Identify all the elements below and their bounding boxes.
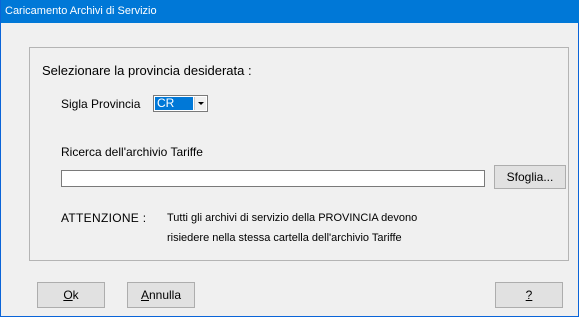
ok-mnemonic: O [63,288,73,302]
ok-label-rest: k [72,288,79,302]
provincia-select[interactable]: CR [153,95,208,112]
window-title: Caricamento Archivi di Servizio [5,5,157,17]
title-bar[interactable]: Caricamento Archivi di Servizio [1,0,579,23]
help-label: ? [525,288,533,302]
annulla-mnemonic: A [140,288,149,302]
provincia-selected-value: CR [155,97,193,110]
archivio-tariffe-label: Ricerca dell'archivio Tariffe [61,145,203,159]
ok-button[interactable]: Ok [37,282,105,308]
attenzione-label: ATTENZIONE : [61,211,147,225]
sfoglia-button[interactable]: Sfoglia... [494,165,566,189]
dialog-window: Caricamento Archivi di Servizio Selezion… [0,0,579,317]
help-button[interactable]: ? [495,282,563,308]
annulla-button[interactable]: Annulla [127,282,195,308]
archivio-tariffe-input[interactable] [61,170,485,187]
warning-line-1: Tutti gli archivi di servizio della PROV… [167,212,418,224]
warning-line-2: risiedere nella stessa cartella dell'arc… [167,232,402,244]
sigla-provincia-label: Sigla Provincia [61,97,141,111]
chevron-down-icon[interactable] [194,97,206,110]
group-heading: Selezionare la provincia desiderata : [42,63,252,78]
annulla-label-rest: nnulla [148,288,182,302]
